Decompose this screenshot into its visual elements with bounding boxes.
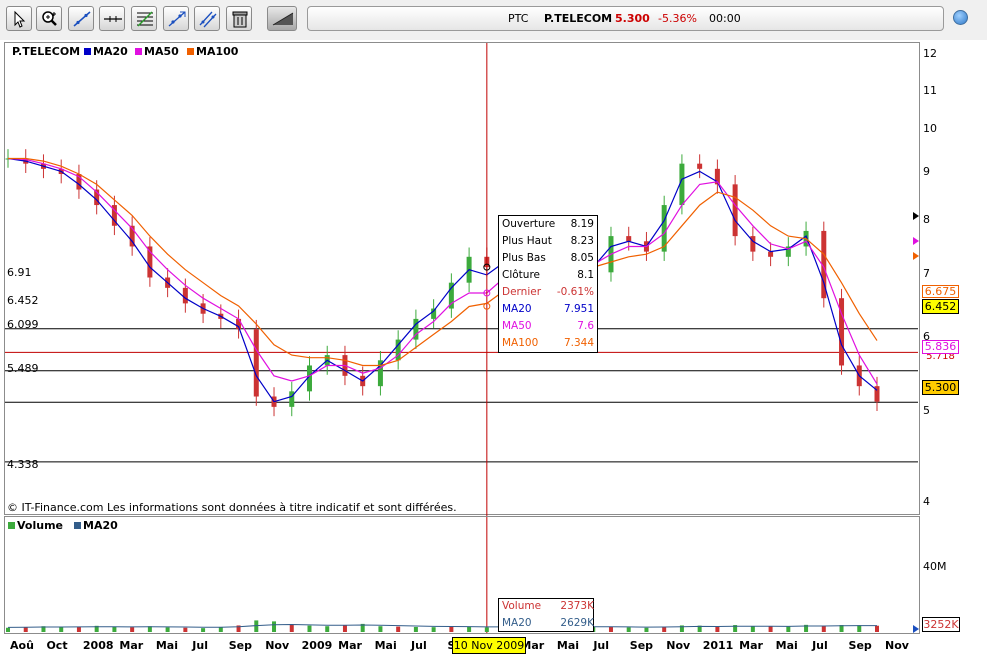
x-tick-label: 2011 xyxy=(702,639,734,652)
ma50-marker-arrow xyxy=(913,237,919,245)
tooltip-ma50: MA50 7.6 xyxy=(502,320,594,332)
series-line-ma20 xyxy=(7,157,878,403)
x-tick-label: Mar xyxy=(338,639,362,652)
price-candle-body xyxy=(182,287,188,304)
tooltip-close: Clôture 8.1 xyxy=(502,269,594,281)
copyright-text: © IT-Finance.com Les informations sont d… xyxy=(7,501,457,514)
volume-tooltip-volume: Volume 2373K xyxy=(502,600,594,612)
level-label-5-489: 5.489 xyxy=(7,362,39,375)
y-tick-12: 12 xyxy=(923,47,937,60)
x-tick-label: 2008 xyxy=(82,639,114,652)
legend-volume-ma20: MA20 xyxy=(74,519,118,532)
tooltip-low: Plus Bas 8.05 xyxy=(502,252,594,264)
legend-volume: Volume xyxy=(8,519,63,532)
y-tick-4: 4 xyxy=(923,495,930,508)
tooltip-ma20: MA20 7.951 xyxy=(502,303,594,315)
cursor-date-tag: 10 Nov 2009 xyxy=(452,637,526,654)
ma50-value-tag: 5.836 xyxy=(922,340,959,354)
x-tick-label: Mai xyxy=(556,639,580,652)
level-label-6-91: 6.91 xyxy=(7,266,32,279)
volume-tooltip-ma20: MA20 2629K xyxy=(502,617,594,629)
volume-panel xyxy=(4,516,920,634)
x-tick-label: Sep xyxy=(629,639,654,652)
x-tick-label: Nov xyxy=(265,639,290,652)
price-candle-body xyxy=(697,163,703,169)
x-tick-label: Mar xyxy=(739,639,763,652)
x-tick-label: Mai xyxy=(775,639,798,652)
y-tick-8: 8 xyxy=(923,213,930,226)
x-tick-label: Jul xyxy=(192,639,208,652)
tooltip-high: Plus Haut 8.23 xyxy=(502,235,594,247)
tooltip-ma100: MA100 7.344 xyxy=(502,337,594,349)
ohlc-tooltip: Ouverture 8.19 Plus Haut 8.23 Plus Bas 8.05… xyxy=(498,215,598,353)
x-tick-label: Mai xyxy=(155,639,178,652)
last-price-tag: 6.452 xyxy=(922,299,959,314)
price-candle-body xyxy=(253,329,259,397)
ma20-value-tag: 5.718 xyxy=(922,353,959,362)
close-marker-arrow xyxy=(913,212,919,220)
x-tick-label: Jul xyxy=(593,639,610,652)
y-tick-5: 5 xyxy=(923,404,930,417)
y-tick-11: 11 xyxy=(923,84,937,97)
price-candle-body xyxy=(732,184,738,237)
x-tick-label: Jul xyxy=(411,639,427,652)
current-price-tag: 5.300 xyxy=(922,380,959,395)
y-tick-9: 9 xyxy=(923,165,930,178)
x-tick-label: 2009 xyxy=(301,639,333,652)
volume-last-tag: 3252K xyxy=(922,617,960,632)
y-tick-7: 7 xyxy=(923,267,930,280)
ma100-value-tag: 6.675 xyxy=(922,285,959,298)
x-tick-label: Mai xyxy=(374,639,397,652)
y-tick-10: 10 xyxy=(923,122,937,135)
x-tick-label: Aoû xyxy=(10,639,34,652)
level-label-6-452: 6.452 xyxy=(7,294,39,307)
x-tick-label: Oct xyxy=(46,639,68,652)
x-tick-label: Sep xyxy=(228,639,253,652)
level-label-4-338: 4.338 xyxy=(7,458,39,471)
price-candle-body xyxy=(768,251,774,257)
level-label-6-099: 6.099 xyxy=(7,318,39,331)
price-candle-body xyxy=(626,236,632,242)
x-tick-label: Mar xyxy=(119,639,144,652)
volume-y-tick-40m: 40M xyxy=(923,560,947,573)
x-tick-label: Jul xyxy=(812,639,828,652)
volume-tooltip: Volume 2373K MA20 2629K xyxy=(498,598,594,632)
ma100-marker-arrow xyxy=(913,252,919,260)
series-line-ma50 xyxy=(7,157,878,385)
series-line-ma100 xyxy=(8,157,878,367)
tooltip-last-change: Dernier -0.61% xyxy=(502,286,594,298)
x-tick-label: Nov xyxy=(666,639,691,652)
tooltip-open: Ouverture 8.19 xyxy=(502,218,594,230)
x-tick-label: Sep xyxy=(848,639,872,652)
x-tick-label: Nov xyxy=(885,639,909,652)
chart-application: PTC P.TELECOM 5.300 -5.36% 00:00 P.TELEC… xyxy=(0,0,987,655)
